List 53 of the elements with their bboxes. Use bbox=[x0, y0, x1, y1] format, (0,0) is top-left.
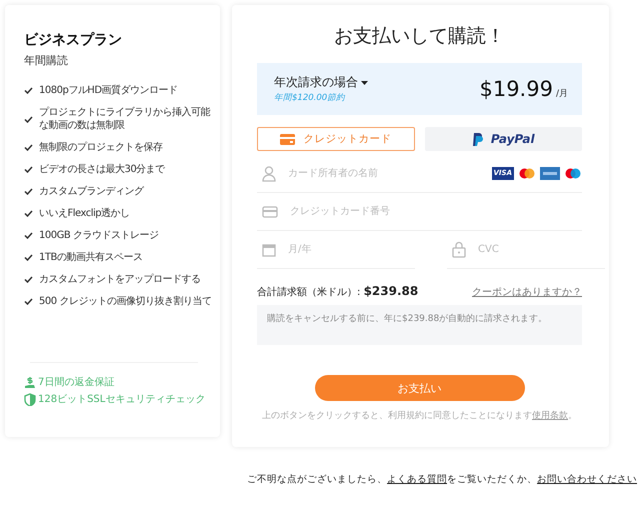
calendar-icon bbox=[262, 242, 276, 256]
feature-text: カスタムブランディング bbox=[39, 185, 144, 198]
input-field[interactable]: 月/年 bbox=[286, 243, 415, 256]
price-unit: /月 bbox=[556, 88, 568, 100]
check-icon bbox=[24, 298, 33, 305]
maestro-logo bbox=[564, 167, 582, 180]
guarantee-text: 128ビットSSLセキュリティチェック bbox=[38, 393, 206, 406]
check-icon bbox=[24, 276, 33, 283]
total-text: 合計請求額（米ドル）: $239.88 bbox=[257, 284, 418, 299]
notice-text: 購読をキャンセルする前に、年に$239.88が自動的に請求されます。 bbox=[257, 305, 582, 345]
check-icon bbox=[24, 166, 33, 173]
check-icon bbox=[24, 87, 33, 94]
feature-text: 無制限のプロジェクトを保存 bbox=[39, 141, 162, 154]
paypal-icon bbox=[472, 132, 483, 146]
credit-card-icon bbox=[262, 206, 278, 218]
plan-subtitle: 年間購読 bbox=[24, 53, 69, 68]
caret-icon bbox=[361, 80, 368, 84]
plan-title: ビジネスプラン bbox=[24, 31, 123, 49]
check-icon bbox=[24, 210, 33, 217]
feature-text: 100GB クラウドストレージ bbox=[39, 229, 158, 242]
help-text: ご不明な点がございましたら、よくある質問 をご覧いただくか、お問い合わせください bbox=[247, 473, 638, 486]
shield-icon bbox=[24, 392, 36, 406]
credit-card-icon bbox=[280, 134, 296, 144]
coupon-link[interactable]: クーポンはありますか？ bbox=[472, 284, 582, 298]
input-field[interactable]: クレジットカード番号 bbox=[288, 205, 582, 218]
terms-text: 上のボタンをクリックすると、利用規約に同意したことになります使用条款。 bbox=[261, 410, 578, 422]
input-field[interactable]: CVC bbox=[476, 243, 605, 256]
feature-text: カスタムフォントをアップロードする bbox=[39, 273, 200, 286]
mastercard-logo bbox=[518, 167, 536, 180]
lock-icon bbox=[452, 241, 466, 258]
feature-text: 500 クレジットの画像切り抜き割り当て bbox=[39, 295, 212, 308]
link[interactable]: お問い合わせください bbox=[537, 474, 637, 485]
feature-text: 1TBの動画共有スペース bbox=[39, 251, 142, 264]
amex-logo bbox=[540, 167, 560, 180]
guarantee-text: 7日間の返金保証 bbox=[38, 376, 114, 389]
person-icon bbox=[262, 166, 276, 182]
money-hand-icon bbox=[24, 376, 36, 388]
checkout-title: お支払いして購読！ bbox=[333, 24, 506, 49]
savings-text: 年間$120.00節約 bbox=[274, 92, 346, 104]
feature-text: いいえFlexclip透かし bbox=[39, 207, 130, 220]
check-icon bbox=[24, 144, 33, 151]
check-icon bbox=[24, 232, 33, 239]
check-icon bbox=[24, 254, 33, 261]
price: $19.99 bbox=[479, 77, 553, 101]
feature-text: プロジェクトにライブラリから挿入可能な動画の数は無制限 bbox=[39, 106, 212, 132]
link[interactable]: よくある質問 bbox=[387, 474, 447, 485]
feature-text: 1080pフルHD画質ダウンロード bbox=[39, 84, 178, 97]
billing-dropdown[interactable]: 年次請求の場合 bbox=[274, 74, 368, 91]
check-icon bbox=[24, 116, 33, 122]
input-field[interactable]: カード所有者の名前 bbox=[286, 167, 482, 180]
paypal-tab[interactable]: PayPal bbox=[424, 127, 582, 151]
check-icon bbox=[24, 188, 33, 195]
feature-text: ビデオの長さは最大30分まで bbox=[39, 163, 165, 176]
